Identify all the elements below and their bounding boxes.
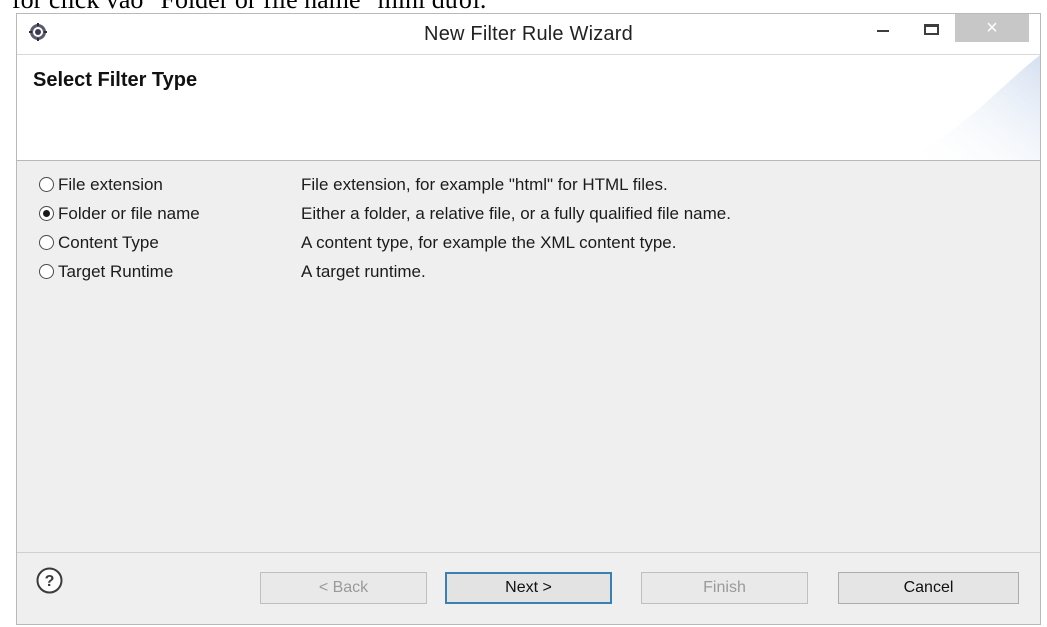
option-label[interactable]: File extension (58, 171, 163, 199)
cancel-button[interactable]: Cancel (838, 572, 1019, 604)
minimize-icon (877, 30, 889, 32)
option-label[interactable]: Target Runtime (58, 258, 173, 286)
radio-target-runtime[interactable] (39, 264, 54, 279)
radio-folder-or-file-name[interactable] (39, 206, 54, 221)
option-target-runtime[interactable]: Target Runtime A target runtime. (39, 258, 1019, 286)
option-description: A content type, for example the XML cont… (301, 233, 677, 252)
option-folder-or-file-name[interactable]: Folder or file name Either a folder, a r… (39, 200, 1019, 228)
page-title: Select Filter Type (33, 69, 198, 91)
back-button[interactable]: < Back (260, 572, 427, 604)
option-file-extension[interactable]: File extension File extension, for examp… (39, 171, 1019, 199)
next-button[interactable]: Next > (445, 572, 612, 604)
close-button[interactable]: × (955, 14, 1029, 42)
question-circle-icon[interactable]: ? (36, 567, 63, 594)
title-bar[interactable]: New Filter Rule Wizard × (17, 14, 1040, 54)
option-description: A target runtime. (301, 262, 426, 281)
radio-file-extension[interactable] (39, 177, 54, 192)
wizard-header-banner: Select Filter Type (17, 54, 1040, 161)
document-caption-text: for click vào "Folder or file name" mini… (12, 0, 486, 13)
help-glyph: ? (45, 573, 55, 590)
minimize-button[interactable] (865, 14, 901, 42)
close-icon: × (986, 17, 998, 39)
option-label[interactable]: Folder or file name (58, 200, 200, 228)
finish-button[interactable]: Finish (641, 572, 808, 604)
option-description: File extension, for example "html" for H… (301, 175, 668, 194)
radio-content-type[interactable] (39, 235, 54, 250)
wizard-window: New Filter Rule Wizard × Select Filter T… (16, 13, 1041, 625)
maximize-icon (923, 23, 939, 35)
banner-gradient-decoration (900, 55, 1040, 160)
option-label[interactable]: Content Type (58, 229, 159, 257)
maximize-button[interactable] (911, 14, 951, 42)
option-description: Either a folder, a relative file, or a f… (301, 204, 731, 223)
option-content-type[interactable]: Content Type A content type, for example… (39, 229, 1019, 257)
footer-divider (17, 552, 1040, 553)
